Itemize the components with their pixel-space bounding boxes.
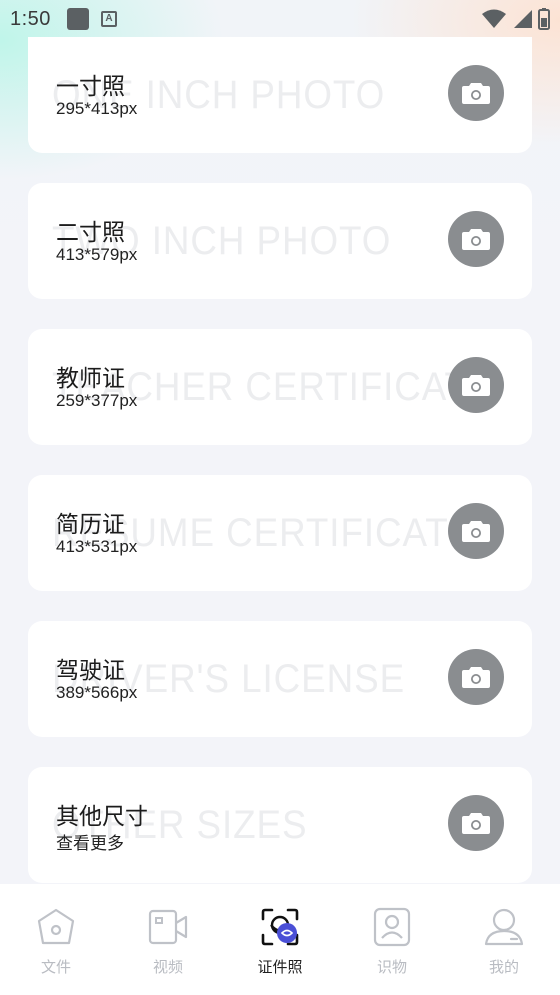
- size-card-two-inch[interactable]: TWO INCH PHOTO 二寸照 413*579px: [28, 183, 532, 299]
- tab-label: 识物: [376, 958, 407, 976]
- card-title: 一寸照: [56, 74, 125, 100]
- wifi-icon: [482, 9, 506, 28]
- card-size: 259*377px: [56, 391, 138, 410]
- size-card-other[interactable]: OTHER SIZES 其他尺寸 查看更多: [28, 767, 532, 883]
- camera-icon[interactable]: [448, 65, 504, 121]
- tab-recognize[interactable]: 识物: [336, 884, 448, 995]
- camera-icon[interactable]: [448, 649, 504, 705]
- bottom-tab-bar: 文件 视频 证件照 识物 我的: [0, 884, 560, 995]
- camera-icon[interactable]: [448, 211, 504, 267]
- camera-icon[interactable]: [448, 503, 504, 559]
- size-card-teacher[interactable]: TEACHER CERTIFICATE 教师证 259*377px: [28, 329, 532, 445]
- size-card-resume[interactable]: RESUME CERTIFICATE 简历证 413*531px: [28, 475, 532, 591]
- card-title: 教师证: [56, 366, 125, 392]
- id-photo-icon: [261, 908, 299, 946]
- card-size: 389*566px: [56, 683, 138, 702]
- size-card-driver-license[interactable]: DRIVER'S LICENSE 驾驶证 389*566px: [28, 621, 532, 737]
- card-size: 413*579px: [56, 245, 138, 264]
- card-title: 驾驶证: [56, 658, 125, 684]
- battery-icon: [538, 8, 550, 30]
- card-title: 其他尺寸: [56, 804, 148, 830]
- tab-label: 文件: [40, 958, 71, 976]
- card-title: 简历证: [56, 512, 125, 538]
- tab-video[interactable]: 视频: [112, 884, 224, 995]
- tab-files[interactable]: 文件: [0, 884, 112, 995]
- tab-label: 我的: [488, 958, 519, 976]
- card-title: 二寸照: [56, 220, 125, 246]
- profile-icon: [484, 908, 524, 946]
- card-more-link[interactable]: 查看更多: [56, 829, 124, 854]
- size-card-one-inch[interactable]: ONE INCH PHOTO 一寸照 295*413px: [28, 37, 532, 153]
- contact-icon: [373, 907, 411, 947]
- signal-icon: [514, 10, 532, 28]
- keyboard-notification-icon: A: [100, 11, 117, 27]
- card-size: 295*413px: [56, 99, 138, 118]
- video-icon: [148, 909, 188, 945]
- camera-icon[interactable]: [448, 795, 504, 851]
- card-size: 413*531px: [56, 537, 138, 556]
- tab-label: 证件照: [257, 958, 303, 976]
- camera-icon[interactable]: [448, 357, 504, 413]
- photo-size-list: ONE INCH PHOTO 一寸照 295*413px TWO INCH PH…: [28, 37, 532, 913]
- home-icon: [37, 908, 75, 945]
- app-notification-icon: [66, 8, 89, 30]
- status-bar: 1:50 A: [0, 0, 560, 38]
- status-time: 1:50: [10, 7, 51, 30]
- tab-mine[interactable]: 我的: [448, 884, 560, 995]
- tab-id-photo[interactable]: 证件照: [224, 884, 336, 995]
- tab-label: 视频: [152, 958, 183, 976]
